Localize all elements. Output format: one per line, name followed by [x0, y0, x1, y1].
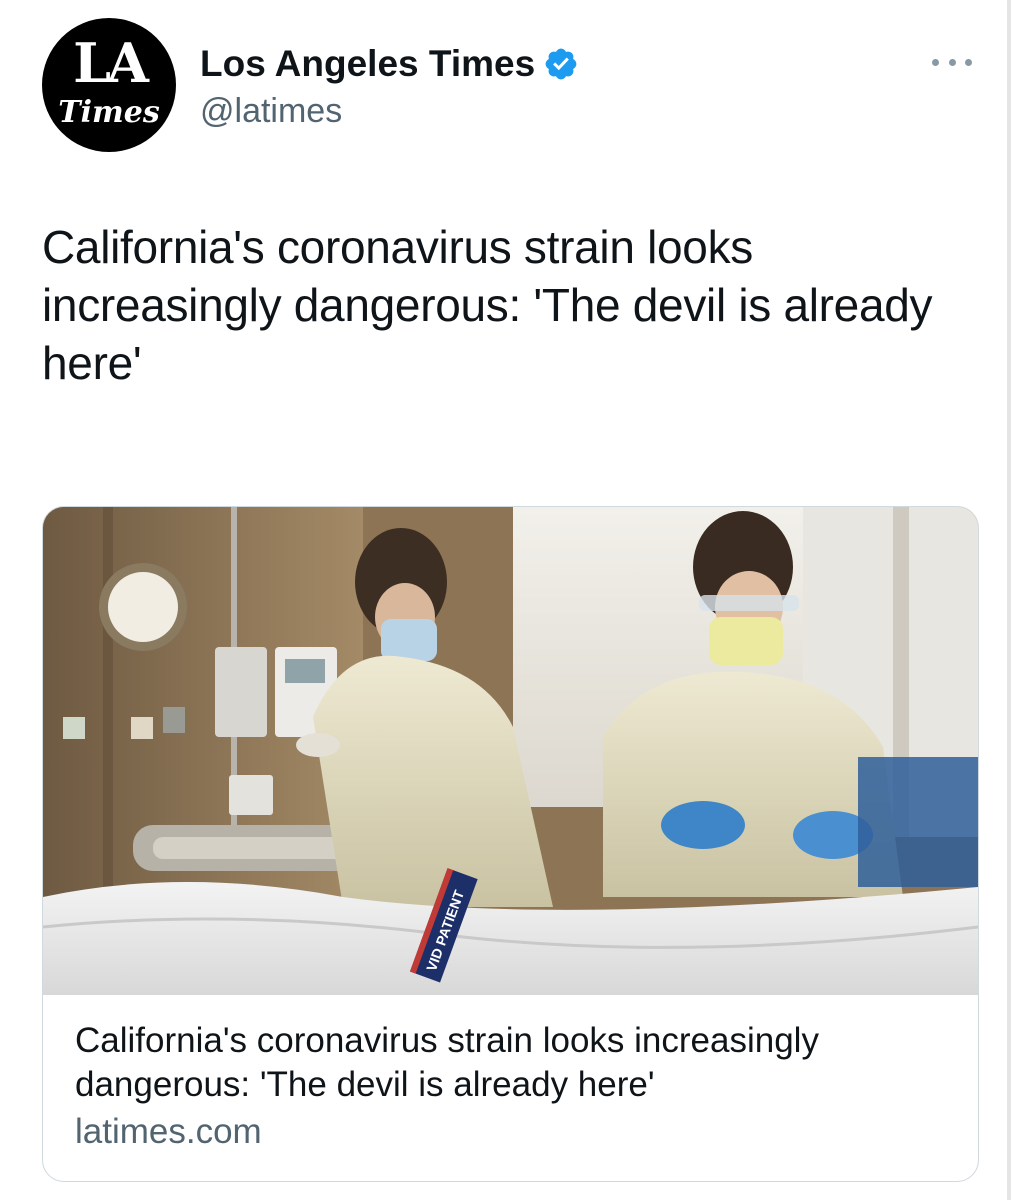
more-dot — [932, 58, 939, 66]
more-options-icon[interactable] — [932, 54, 972, 70]
more-dot — [948, 58, 956, 66]
link-card[interactable]: VID PATIENT California's coronavirus str… — [42, 506, 979, 1182]
scrollbar[interactable] — [1007, 0, 1011, 1200]
avatar-logo-bottom: Times — [58, 95, 160, 130]
avatar-logo-top: LA — [73, 31, 149, 95]
card-title[interactable]: California's coronavirus strain looks in… — [75, 1019, 955, 1107]
tweet-header: LA Times Los Angeles Times @latimes — [40, 18, 980, 158]
verified-badge-icon — [545, 48, 577, 80]
display-name[interactable]: Los Angeles Times — [200, 43, 535, 85]
tweet-text: California's coronavirus strain looks in… — [42, 221, 933, 389]
more-dot — [965, 58, 972, 66]
card-domain[interactable]: latimes.com — [75, 1110, 955, 1154]
card-meta: California's coronavirus strain looks in… — [75, 1019, 955, 1154]
handle[interactable]: @latimes — [200, 92, 342, 131]
avatar[interactable]: LA Times — [42, 18, 176, 152]
name-row: Los Angeles Times — [200, 40, 579, 88]
card-image[interactable]: VID PATIENT — [43, 507, 978, 995]
